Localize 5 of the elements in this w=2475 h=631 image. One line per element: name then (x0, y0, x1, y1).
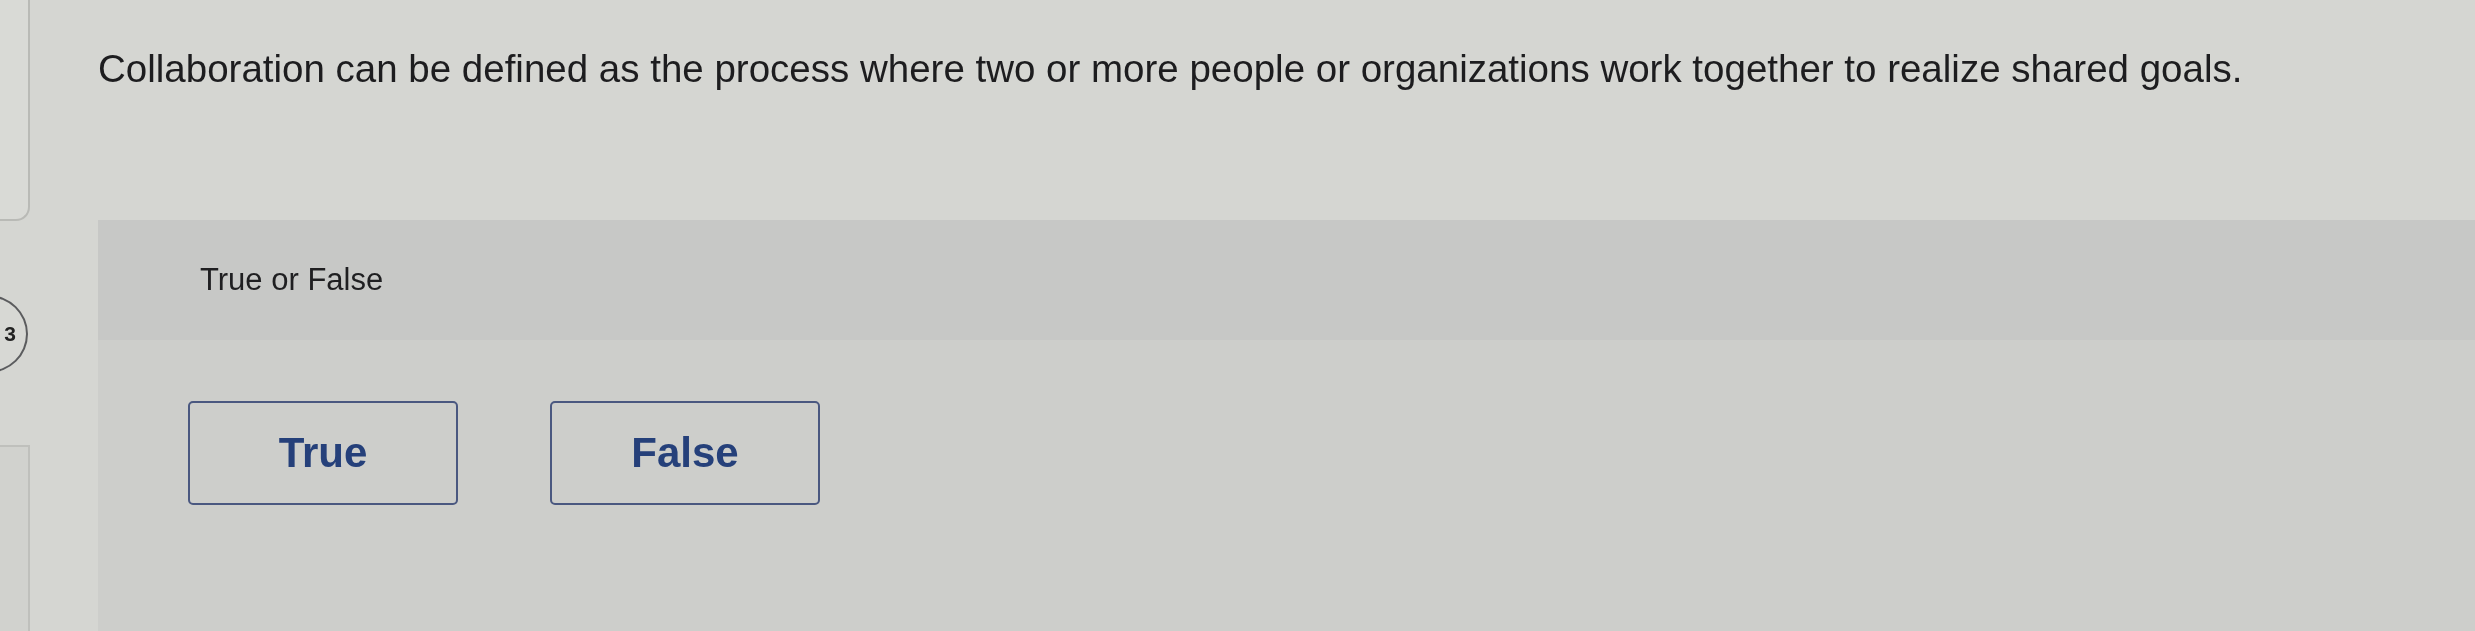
prompt-text: True or False (200, 262, 384, 298)
answer-option-button[interactable]: True (188, 401, 458, 505)
question-text: Collaboration can be defined as the process where two or more people or organizations work together to realize shared goals. (98, 46, 2243, 92)
answer-option-button[interactable]: False (550, 401, 820, 505)
question-number-badge[interactable]: 3 (0, 295, 28, 373)
